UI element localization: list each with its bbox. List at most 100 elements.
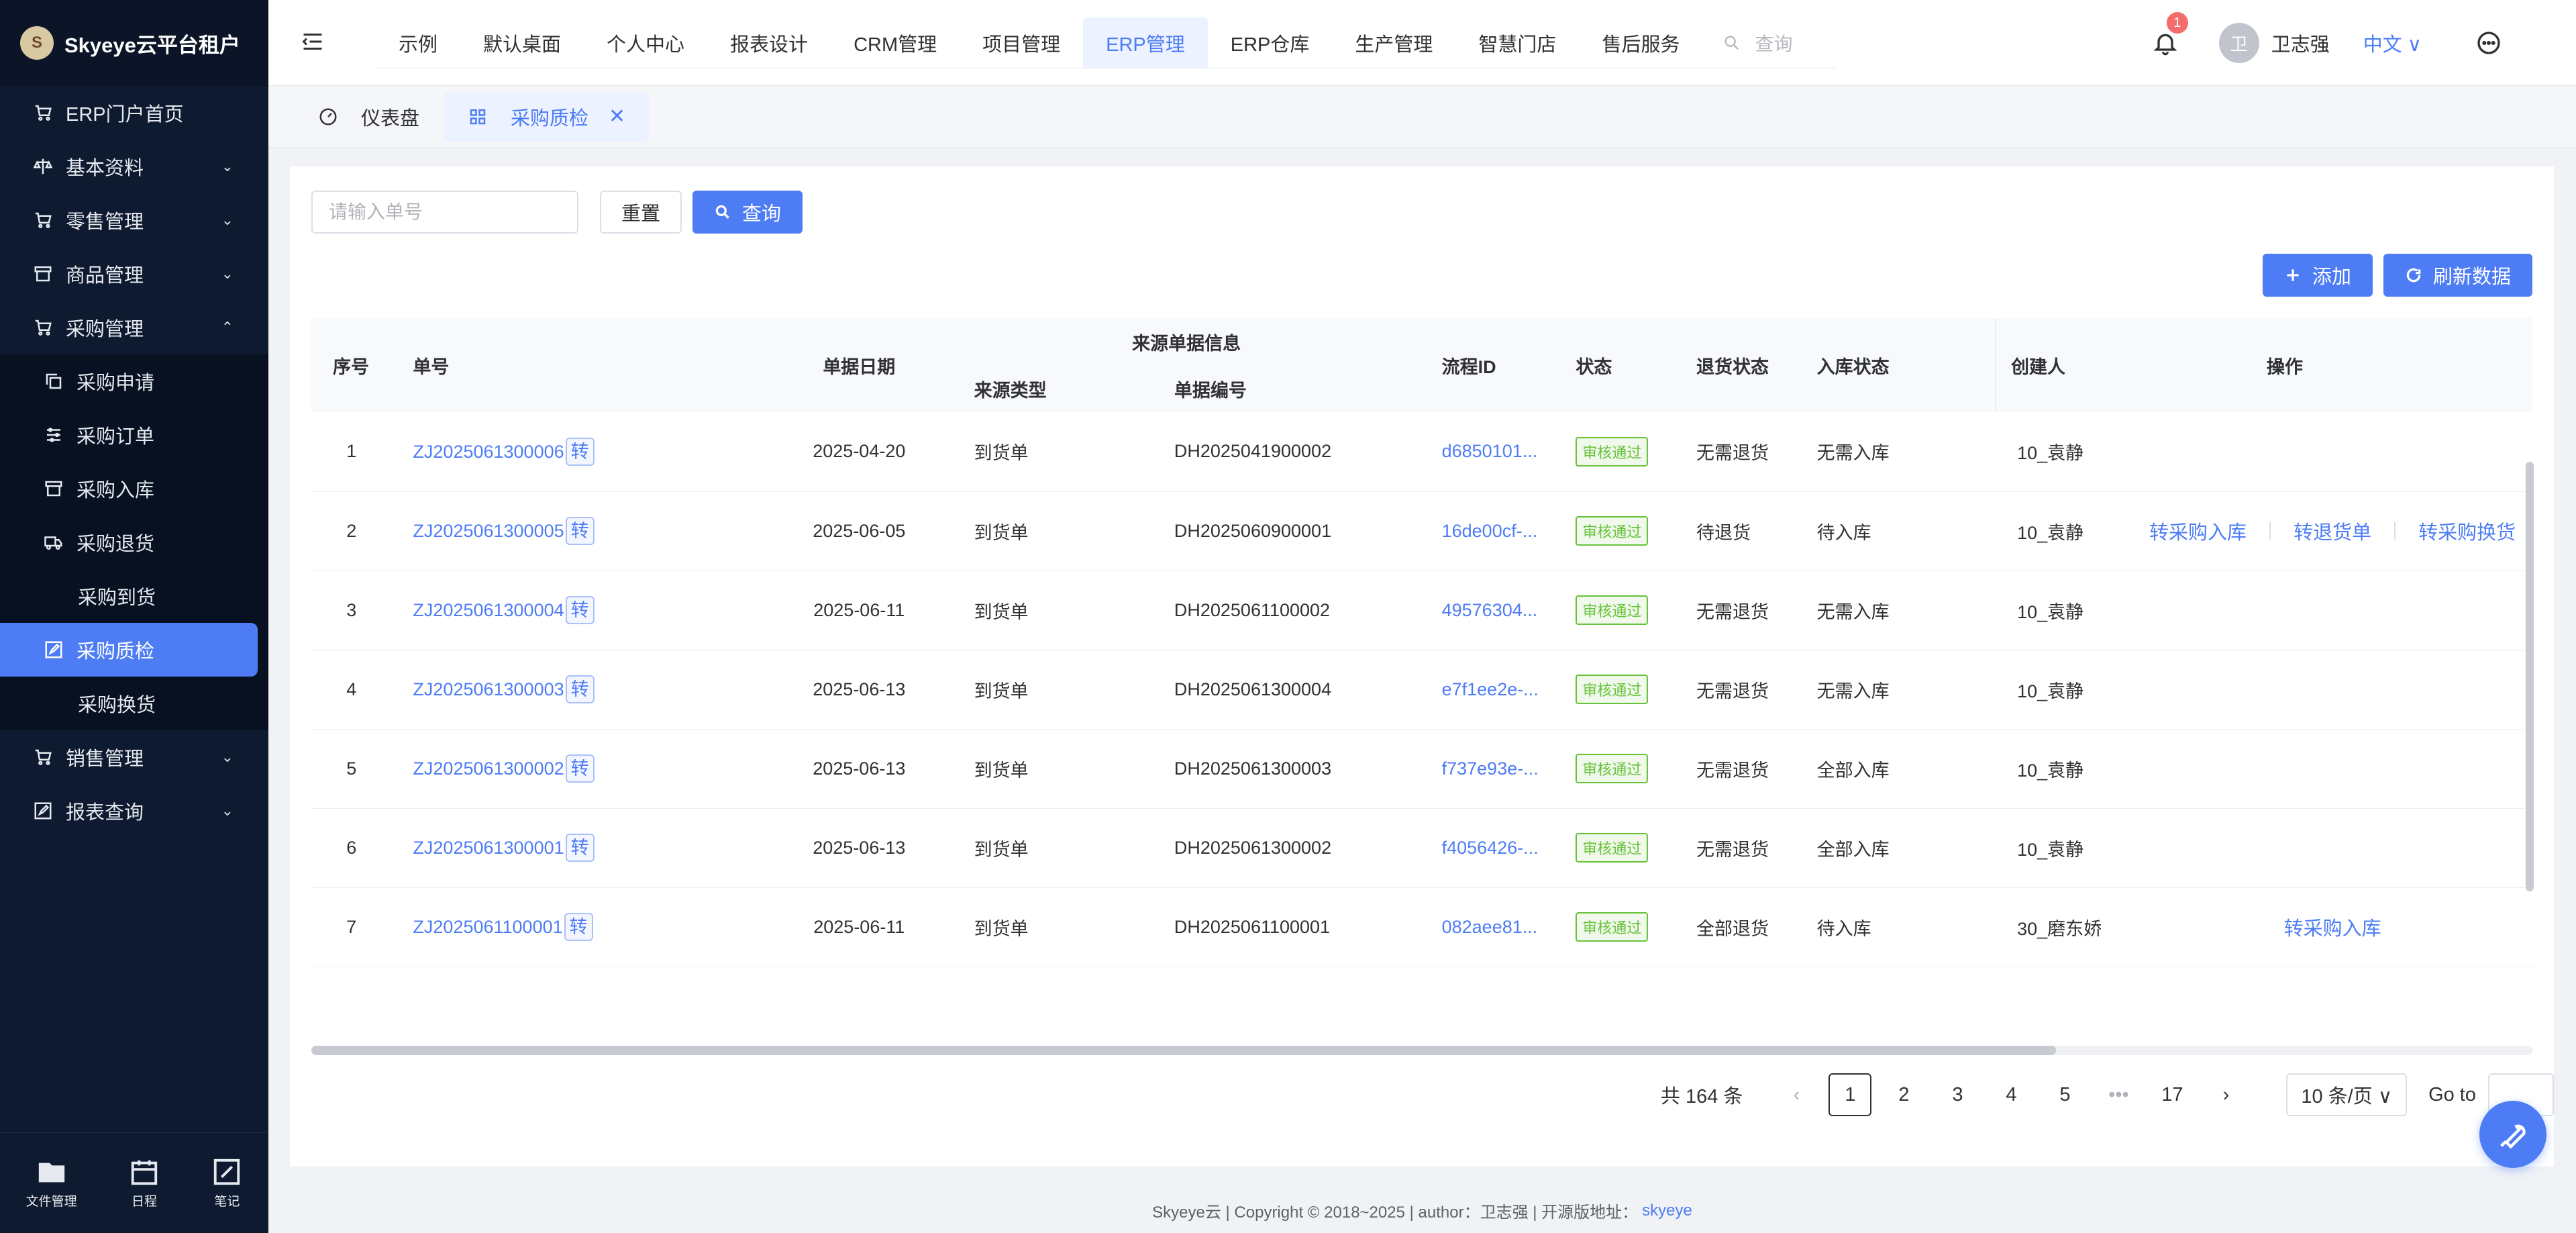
flow-id-link[interactable]: 082aee81...: [1442, 917, 1538, 937]
language-selector[interactable]: 中文 ∨: [2363, 29, 2422, 57]
top-tab-报表设计[interactable]: 报表设计: [707, 17, 831, 68]
add-button[interactable]: 添加: [2262, 254, 2373, 297]
reset-button[interactable]: 重置: [600, 191, 682, 234]
page-4[interactable]: 4: [1990, 1073, 2032, 1116]
collapse-menu-icon[interactable]: [301, 30, 325, 54]
sidebar-bottom-folder[interactable]: 文件管理: [26, 1156, 77, 1210]
vertical-scrollbar[interactable]: [2526, 462, 2534, 891]
chevron-down-icon: ⌄: [221, 802, 234, 819]
op-link[interactable]: 转采购入库: [2284, 913, 2381, 941]
convert-tag[interactable]: 转: [564, 913, 593, 941]
convert-tag[interactable]: 转: [565, 754, 595, 783]
sidebar-item-基本资料[interactable]: 基本资料 ⌄: [0, 140, 268, 193]
cell-stock-status: 无需入库: [1795, 650, 1996, 730]
sidebar-item-报表查询[interactable]: 报表查询 ⌄: [0, 784, 268, 838]
cell-source-type: 到货单: [952, 729, 1153, 809]
op-link[interactable]: 转采购换货: [2418, 517, 2516, 545]
page-ellipsis[interactable]: •••: [2097, 1073, 2140, 1116]
order-link[interactable]: ZJ2025061300006: [413, 442, 564, 462]
flow-id-link[interactable]: e7f1ee2e-...: [1442, 679, 1539, 699]
order-link[interactable]: ZJ2025061300004: [413, 600, 564, 620]
tag-purchase-qc[interactable]: 采购质检 ✕: [444, 91, 650, 142]
sidebar-item-采购退货[interactable]: 采购退货: [0, 515, 268, 569]
top-tab-个人中心[interactable]: 个人中心: [584, 17, 707, 68]
top-tab-默认桌面[interactable]: 默认桌面: [460, 17, 584, 68]
flow-id-link[interactable]: f4056426-...: [1442, 838, 1539, 858]
pagination: 共 164 条 ‹ 1 2 3 4 5 ••• 17 › 10 条/页 ∨ Go to: [1661, 1073, 2554, 1117]
sidebar-item-label: 商品管理: [66, 265, 144, 287]
sidebar-item-商品管理[interactable]: 商品管理 ⌄: [0, 247, 268, 301]
refresh-button[interactable]: 刷新数据: [2383, 254, 2532, 297]
op-link[interactable]: 转退货单: [2294, 517, 2371, 545]
sidebar-item-ERP门户首页[interactable]: ERP门户首页: [0, 86, 268, 140]
cell-status: 审核通过: [1554, 808, 1675, 888]
sidebar-bottom-calendar[interactable]: 日程: [129, 1156, 160, 1210]
sidebar-item-采购订单[interactable]: 采购订单: [0, 408, 268, 462]
sidebar-item-采购到货[interactable]: 采购到货: [0, 569, 268, 623]
page-3[interactable]: 3: [1936, 1073, 1979, 1116]
notification-bell[interactable]: 1: [2152, 11, 2189, 56]
page-last[interactable]: 17: [2151, 1073, 2194, 1116]
sidebar-bottom-note[interactable]: 笔记: [211, 1156, 242, 1210]
username[interactable]: 卫志强: [2271, 29, 2330, 57]
close-icon[interactable]: ✕: [609, 105, 625, 128]
top-tab-项目管理[interactable]: 项目管理: [960, 17, 1083, 68]
top-tab-生产管理[interactable]: 生产管理: [1332, 17, 1455, 68]
cell-source-no: DH2025061300002: [1152, 808, 1421, 888]
order-link[interactable]: ZJ2025061300002: [413, 758, 564, 779]
flow-id-link[interactable]: 16de00cf-...: [1442, 521, 1538, 541]
convert-tag[interactable]: 转: [565, 596, 595, 624]
convert-tag[interactable]: 转: [565, 675, 595, 703]
order-link[interactable]: ZJ2025061300005: [413, 521, 564, 541]
cell-flow-id: e7f1ee2e-...: [1420, 650, 1555, 730]
convert-tag[interactable]: 转: [565, 834, 595, 862]
order-link[interactable]: ZJ2025061100001: [413, 917, 562, 937]
cell-stock-status: 待入库: [1795, 491, 1996, 571]
tag-dashboard[interactable]: 仪表盘: [294, 92, 444, 142]
sidebar-item-销售管理[interactable]: 销售管理 ⌄: [0, 730, 268, 784]
scrollbar-thumb[interactable]: [311, 1046, 2056, 1055]
prev-page-button[interactable]: ‹: [1775, 1073, 1818, 1116]
footer-text: Skyeye云 | Copyright © 2018~2025 | author…: [1152, 1203, 1639, 1222]
sidebar-item-零售管理[interactable]: 零售管理 ⌄: [0, 193, 268, 247]
table-row: 6 ZJ2025061300001 转 2025-06-13 到货单 DH2025…: [311, 808, 2532, 888]
page-5[interactable]: 5: [2043, 1073, 2086, 1116]
sidebar-item-采购质检[interactable]: 采购质检: [0, 623, 258, 677]
next-page-button[interactable]: ›: [2204, 1073, 2247, 1116]
query-button[interactable]: 查询: [692, 191, 803, 234]
sidebar-item-采购管理[interactable]: 采购管理 ⌃: [0, 301, 268, 354]
order-link[interactable]: ZJ2025061300003: [413, 679, 564, 699]
flow-id-link[interactable]: f737e93e-...: [1442, 758, 1539, 779]
message-icon[interactable]: [2475, 30, 2502, 56]
brand[interactable]: S Skyeye云平台租户: [0, 0, 268, 86]
top-tab-示例[interactable]: 示例: [376, 17, 460, 68]
page-size-select[interactable]: 10 条/页 ∨: [2286, 1073, 2408, 1116]
top-search[interactable]: 查询: [1702, 17, 1837, 68]
convert-tag[interactable]: 转: [565, 437, 595, 466]
footer-link[interactable]: skyeye: [1642, 1201, 1692, 1220]
sidebar-item-采购申请[interactable]: 采购申请: [0, 354, 268, 408]
cell-source-type: 到货单: [952, 887, 1153, 967]
horizontal-scrollbar[interactable]: [311, 1046, 2532, 1055]
top-tab-智慧门店[interactable]: 智慧门店: [1455, 17, 1579, 68]
sidebar-icon: [43, 371, 64, 392]
flow-id-link[interactable]: d6850101...: [1442, 441, 1538, 461]
page-1[interactable]: 1: [1828, 1073, 1872, 1116]
sidebar-item-采购换货[interactable]: 采购换货: [0, 677, 268, 730]
settings-fab[interactable]: [2479, 1101, 2546, 1168]
flow-id-link[interactable]: 49576304...: [1442, 600, 1538, 620]
avatar[interactable]: 卫: [2218, 23, 2259, 63]
top-tab-CRM管理[interactable]: CRM管理: [831, 17, 960, 68]
top-tab-售后服务[interactable]: 售后服务: [1579, 17, 1702, 68]
cell-creator-ops: 10_袁静 转采购入库 转退货单 转采购换货: [1996, 491, 2532, 571]
order-number-input[interactable]: [311, 191, 578, 234]
data-table: 序号 单号 单据日期 来源单据信息 流程ID 状态 退货状态 入库状态 创建人 操…: [311, 318, 2532, 967]
sidebar-item-采购入库[interactable]: 采购入库: [0, 462, 268, 515]
order-link[interactable]: ZJ2025061300001: [413, 838, 564, 858]
top-tab-ERP仓库[interactable]: ERP仓库: [1208, 17, 1333, 68]
op-link[interactable]: 转采购入库: [2149, 517, 2247, 545]
top-tab-ERP管理[interactable]: ERP管理: [1083, 17, 1208, 68]
convert-tag[interactable]: 转: [565, 517, 595, 545]
plus-icon: [2287, 269, 2299, 281]
page-2[interactable]: 2: [1882, 1073, 1925, 1116]
